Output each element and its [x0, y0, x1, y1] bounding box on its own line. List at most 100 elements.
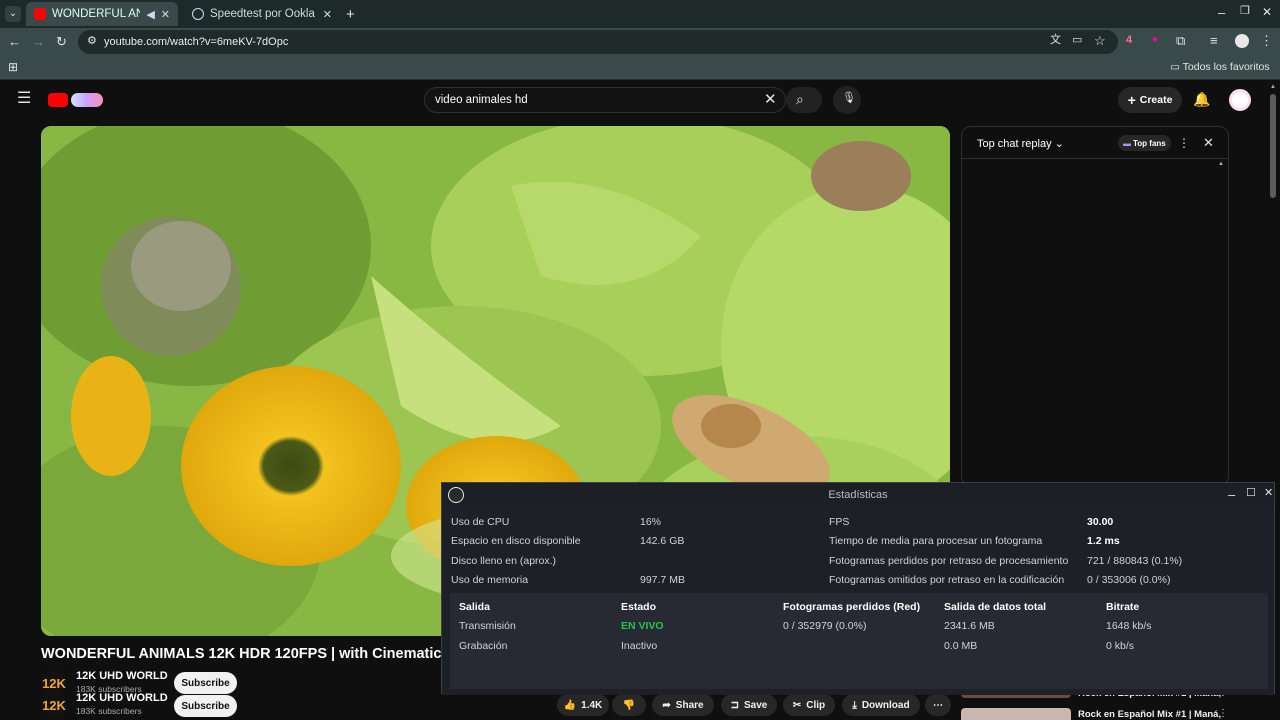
close-tab-icon[interactable]: ✕ [323, 8, 332, 21]
reload-icon[interactable]: ↻ [56, 35, 67, 48]
extension-badge-icon[interactable]: 4 [1126, 35, 1132, 46]
create-label: Create [1139, 94, 1173, 106]
youtube-play-logo-icon [48, 93, 68, 107]
minimize-window-icon[interactable]: – [1218, 6, 1225, 19]
create-button[interactable]: + Create [1118, 87, 1182, 113]
like-button[interactable]: 👍 1.4K [557, 694, 609, 716]
profile-avatar-icon[interactable] [1235, 34, 1249, 48]
browser-menu-icon[interactable]: ⋮ [1260, 34, 1273, 47]
download-icon: ⤓ [852, 699, 857, 711]
microphone-icon: 🎙 [842, 92, 856, 104]
share-button[interactable]: ➦ Share [652, 694, 714, 716]
share-label: Share [675, 699, 704, 711]
scroll-up-arrow-icon[interactable]: ▲ [1270, 84, 1276, 90]
new-tab-icon[interactable]: + [346, 7, 355, 22]
back-icon[interactable]: ← [8, 35, 21, 48]
restore-window-icon[interactable]: ❐ [1240, 6, 1250, 17]
top-fans-label: Top fans [1133, 138, 1166, 148]
close-window-icon[interactable]: ✕ [1262, 6, 1272, 18]
channel-info-sticky[interactable]: 12K 12K UHD WORLD 183K subscribers [41, 692, 171, 718]
apps-grid-icon[interactable]: ⊞ [8, 61, 18, 73]
close-chat-icon[interactable]: ✕ [1203, 136, 1214, 149]
stats-window-title: Estadísticas [828, 489, 888, 501]
close-tab-icon[interactable]: ✕ [161, 8, 170, 21]
tab-youtube[interactable]: WONDERFUL ANIMA ◀ ✕ [26, 2, 178, 26]
close-window-icon[interactable]: ✕ [1264, 488, 1273, 499]
download-button[interactable]: ⤓ Download [842, 694, 920, 716]
recommended-thumbnail[interactable] [961, 708, 1071, 720]
subscribe-button[interactable]: Subscribe [174, 672, 237, 694]
output-header-dropped: Fotogramas perdidos (Red) [783, 601, 921, 613]
tab-list-chevron-icon[interactable]: ⌄ [5, 6, 21, 22]
youtube-logo[interactable] [48, 92, 104, 108]
output-cell: 0.0 MB [944, 640, 978, 652]
address-bar[interactable]: ⚙ youtube.com/watch?v=6meKV-7dOpc [78, 30, 1118, 54]
subscribe-button[interactable]: Subscribe [174, 695, 237, 717]
maximize-window-icon[interactable]: ☐ [1246, 488, 1256, 499]
output-cell: 1648 kb/s [1106, 620, 1152, 632]
output-header-output: Salida [459, 601, 490, 613]
voice-search-button[interactable]: 🎙 [833, 86, 861, 114]
tab-title: Speedtest por Ookla - La [210, 8, 317, 20]
live-status: EN VIVO [621, 620, 664, 632]
channel-logo[interactable]: 12K [41, 692, 67, 718]
recommended-title[interactable]: Rock en Español Mix #1 | Maná, [1078, 709, 1221, 720]
scissors-icon: ✂ [792, 699, 802, 711]
output-cell: 2341.6 MB [944, 620, 995, 632]
forward-icon[interactable]: → [32, 35, 45, 48]
chat-scroll-up-icon[interactable]: ▲ [1218, 161, 1224, 167]
site-info-icon[interactable]: ⚙ [87, 36, 97, 47]
browser-toolbar: ← → ↻ ⚙ youtube.com/watch?v=6meKV-7dOpc … [0, 28, 1280, 56]
extensions-puzzle-icon[interactable]: ⧉ [1176, 34, 1185, 47]
output-cell: Grabación [459, 640, 508, 652]
save-label: Save [744, 699, 768, 711]
output-header-bitrate: Bitrate [1106, 601, 1140, 613]
all-bookmarks[interactable]: ▭ Todos los favoritos [1170, 61, 1270, 73]
extension-icon[interactable]: ● [1152, 35, 1158, 45]
channel-info[interactable]: 12K 12K UHD WORLD 183K subscribers [41, 670, 171, 696]
stats-body: Uso de CPU 16% Espacio en disco disponib… [442, 507, 1274, 695]
hamburger-menu-icon[interactable]: ☰ [17, 91, 31, 107]
bookmark-star-icon[interactable]: ☆ [1094, 34, 1106, 47]
folder-icon: ▭ [1170, 61, 1180, 73]
channel-name[interactable]: 12K UHD WORLD [76, 670, 168, 682]
more-icon: ⋯ [933, 699, 943, 711]
chat-mode-label: Top chat replay [977, 138, 1052, 150]
doodle-icon [71, 93, 103, 107]
chat-menu-icon[interactable]: ⋮ [1178, 137, 1190, 149]
reading-list-icon[interactable]: ≡ [1210, 34, 1218, 47]
minimize-window-icon[interactable]: – [1228, 488, 1235, 501]
stats-titlebar: Estadísticas – ☐ ✕ [442, 483, 1274, 507]
output-table: Salida Estado Fotogramas perdidos (Red) … [442, 507, 1274, 695]
top-fans-badge[interactable]: ▬ Top fans [1118, 135, 1171, 151]
youtube-favicon-icon [34, 8, 46, 20]
bookmark-icon: ⊐ [730, 699, 740, 711]
chevron-down-icon: ⌄ [1054, 138, 1064, 150]
more-actions-button[interactable]: ⋯ [925, 694, 951, 716]
notifications-bell-icon[interactable]: 🔔 [1193, 92, 1210, 106]
tab-speedtest[interactable]: Speedtest por Ookla - La ✕ [184, 2, 340, 26]
account-avatar[interactable] [1229, 89, 1251, 111]
channel-name[interactable]: 12K UHD WORLD [76, 692, 168, 704]
speaker-icon[interactable]: ◀ [146, 8, 154, 21]
output-cell: Inactivo [621, 640, 658, 652]
like-count: 1.4K [581, 699, 603, 711]
chat-mode-dropdown[interactable]: Top chat replay ⌄ [977, 137, 1064, 150]
dislike-button[interactable]: 👎 [612, 694, 646, 716]
youtube-header: ☰ video animales hd ✕ ⌕ 🎙 + Create 🔔 [0, 80, 1280, 120]
clear-search-icon[interactable]: ✕ [764, 92, 777, 107]
save-button[interactable]: ⊐ Save [721, 694, 777, 716]
clip-button[interactable]: ✂ Clip [783, 694, 835, 716]
cast-icon[interactable]: ▭ [1072, 35, 1082, 46]
recommended-menu-icon[interactable]: ⋮ [1218, 709, 1228, 719]
search-button[interactable]: ⌕ [786, 87, 822, 113]
browser-tab-bar: ⌄ WONDERFUL ANIMA ◀ ✕ Speedtest por Ookl… [0, 0, 1280, 28]
search-input[interactable]: video animales hd [424, 87, 786, 113]
page-scrollbar[interactable] [1270, 94, 1276, 198]
translate-icon[interactable]: 文 [1050, 35, 1061, 46]
search-value: video animales hd [435, 94, 528, 106]
download-label: Download [861, 699, 910, 711]
tab-title: WONDERFUL ANIMA [52, 8, 141, 20]
search-icon: ⌕ [796, 91, 804, 107]
plus-icon: + [1127, 92, 1136, 108]
